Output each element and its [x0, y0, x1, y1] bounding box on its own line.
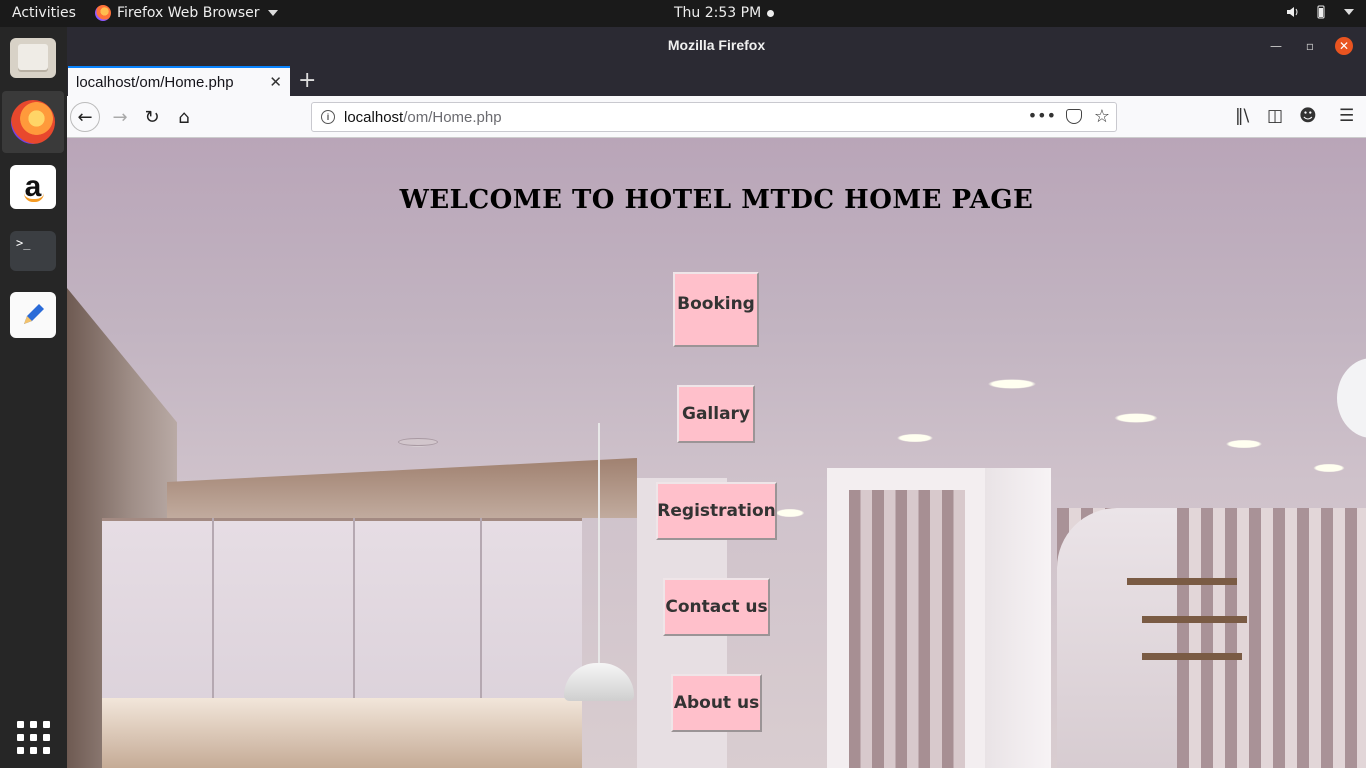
stair-step — [1127, 578, 1237, 585]
volume-icon — [1287, 7, 1298, 17]
url-host: localhost — [344, 109, 404, 126]
lamp-cord — [598, 423, 600, 673]
url-path: /om/Home.php — [403, 109, 502, 126]
hamburger-menu-icon[interactable]: ☰ — [1339, 106, 1354, 126]
navigation-toolbar: ← → ↻ ⌂ i localhost/om/Home.php ••• ☆ ‖\… — [67, 96, 1366, 138]
registration-button[interactable]: Registration — [656, 482, 777, 540]
home-icon[interactable]: ⌂ — [169, 102, 199, 132]
dock-firefox[interactable] — [2, 91, 64, 153]
account-icon[interactable]: ☻ — [1299, 106, 1317, 126]
background-counter — [102, 698, 582, 768]
gallary-button[interactable]: Gallary — [677, 385, 755, 443]
clock-label: Thu 2:53 PM — [674, 5, 762, 21]
contact-us-button[interactable]: Contact us — [663, 578, 770, 636]
ceiling-vent — [398, 438, 438, 446]
stair-step — [1142, 653, 1242, 660]
background-staircase — [1057, 508, 1177, 768]
forward-arrow-icon[interactable]: → — [105, 102, 135, 132]
url-bar[interactable]: i localhost/om/Home.php ••• ☆ — [311, 102, 1117, 132]
firefox-icon — [95, 5, 111, 21]
app-menu[interactable]: Firefox Web Browser — [95, 5, 278, 21]
app-menu-label: Firefox Web Browser — [117, 5, 260, 21]
files-icon — [10, 38, 56, 78]
back-arrow-icon[interactable]: ← — [70, 102, 100, 132]
close-tab-icon[interactable]: ✕ — [269, 73, 282, 91]
new-tab-icon[interactable]: + — [298, 68, 316, 93]
dock-text-editor[interactable] — [9, 291, 57, 339]
minimize-icon[interactable]: — — [1267, 37, 1285, 55]
tab-title: localhost/om/Home.php — [76, 74, 234, 91]
background-soffit — [167, 458, 637, 518]
tab-home[interactable]: localhost/om/Home.php ✕ — [68, 66, 290, 96]
tab-strip: localhost/om/Home.php ✕ + — [67, 64, 1366, 96]
about-us-button[interactable]: About us — [671, 674, 762, 732]
window-title: Mozilla Firefox — [667, 37, 766, 53]
page-title: WELCOME TO HOTEL MTDC HOME PAGE — [399, 185, 1034, 215]
amazon-icon: a — [10, 165, 56, 209]
chevron-down-icon — [267, 10, 278, 16]
dock-amazon[interactable]: a — [9, 163, 57, 211]
terminal-icon: >_ — [10, 231, 56, 271]
close-window-icon[interactable]: ✕ — [1335, 37, 1353, 55]
chevron-down-icon — [1344, 9, 1354, 15]
cabinet-divider — [480, 518, 482, 698]
maximize-icon[interactable]: ▫ — [1301, 37, 1319, 55]
url-text[interactable]: localhost/om/Home.php — [344, 109, 502, 126]
booking-button[interactable]: Booking — [673, 272, 759, 347]
firefox-icon — [11, 100, 55, 144]
dock-files[interactable] — [9, 34, 57, 82]
battery-icon — [1317, 5, 1325, 19]
pocket-icon[interactable] — [1066, 109, 1082, 124]
cabinet-divider — [353, 518, 355, 698]
stair-step — [1142, 616, 1247, 623]
show-applications-icon[interactable] — [17, 721, 50, 754]
window-titlebar: Mozilla Firefox — ▫ ✕ — [67, 27, 1366, 64]
site-info-icon[interactable]: i — [321, 110, 335, 124]
activities-button[interactable]: Activities — [12, 5, 76, 21]
background-column — [985, 468, 1051, 768]
terminal-glyph: >_ — [16, 236, 31, 250]
bookmark-star-icon[interactable]: ☆ — [1094, 106, 1110, 127]
reload-icon[interactable]: ↻ — [137, 102, 167, 132]
page-actions-icon[interactable]: ••• — [1028, 106, 1056, 125]
background-doorway — [827, 468, 987, 768]
cabinet-divider — [212, 518, 214, 698]
sidebar-icon[interactable]: ◫ — [1267, 106, 1283, 126]
system-top-bar: Activities Firefox Web Browser Thu 2:53 … — [0, 0, 1366, 27]
dock: a >_ — [0, 27, 67, 768]
text-editor-icon — [10, 292, 56, 338]
pendant-lamp — [1337, 358, 1366, 438]
library-icon[interactable]: ‖\ — [1235, 106, 1249, 126]
system-tray[interactable] — [1286, 5, 1354, 19]
amazon-glyph: a — [24, 170, 42, 203]
notification-dot-icon — [767, 9, 775, 17]
dock-terminal[interactable]: >_ — [9, 227, 57, 275]
page-content: WELCOME TO HOTEL MTDC HOME PAGE Booking … — [67, 138, 1366, 768]
clock[interactable]: Thu 2:53 PM — [674, 5, 775, 21]
firefox-window: Mozilla Firefox — ▫ ✕ localhost/om/Home.… — [67, 27, 1366, 768]
